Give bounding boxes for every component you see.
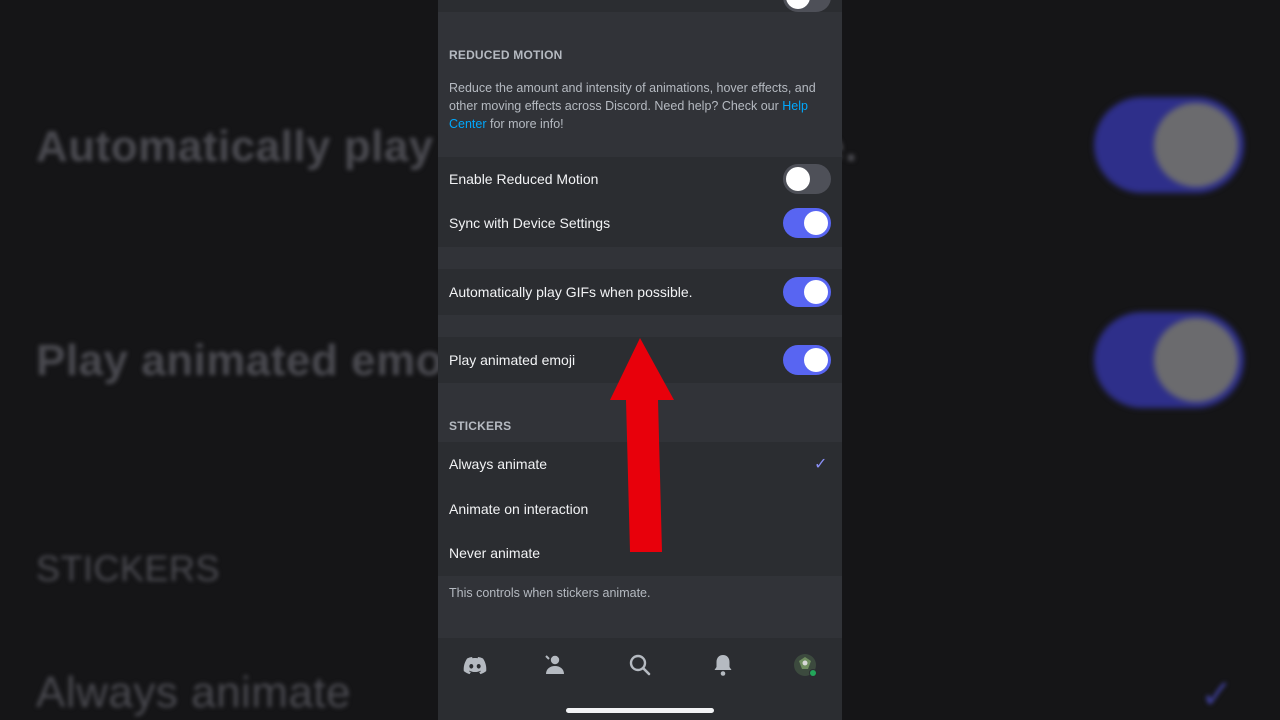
bell-icon[interactable]: [710, 652, 736, 678]
red-arrow-annotation: [610, 338, 674, 552]
autoplay-gifs-toggle[interactable]: [783, 277, 831, 307]
animated-emoji-toggle[interactable]: [783, 345, 831, 375]
stickers-footer: This controls when stickers animate.: [449, 586, 651, 600]
discord-home-icon[interactable]: [462, 652, 488, 678]
reduced-motion-description: Reduce the amount and intensity of anima…: [449, 79, 829, 133]
checkmark-icon: ✓: [814, 456, 828, 473]
friends-icon[interactable]: [543, 652, 569, 678]
sticker-option-label: Never animate: [449, 545, 541, 561]
enable-reduced-motion-row[interactable]: Enable Reduced Motion: [438, 157, 842, 201]
sticker-option-label: Always animate: [449, 456, 548, 472]
reduced-motion-group: Enable Reduced Motion Sync with Device S…: [438, 157, 842, 247]
avatar-icon[interactable]: [792, 652, 818, 678]
search-icon[interactable]: [627, 652, 653, 678]
bg-check-icon: ✓: [1200, 673, 1234, 717]
bg-toggle-1: [1094, 97, 1244, 193]
bg-toggle-2: [1094, 312, 1244, 408]
bg-text-emoji: Play animated emo: [36, 336, 444, 385]
enable-reduced-motion-toggle[interactable]: [783, 164, 831, 194]
desc-text: Reduce the amount and intensity of anima…: [449, 81, 816, 113]
sticker-option-label: Animate on interaction: [449, 501, 589, 517]
bg-text-stickers: STICKERS: [36, 548, 221, 589]
sync-device-settings-toggle[interactable]: [783, 208, 831, 238]
autoplay-gifs-row[interactable]: Automatically play GIFs when possible.: [438, 270, 842, 314]
bg-text-autoplay: Automatically play: [36, 122, 434, 171]
home-indicator[interactable]: [566, 708, 714, 713]
stickers-header: STICKERS: [449, 419, 512, 433]
enable-reduced-motion-label: Enable Reduced Motion: [449, 171, 599, 187]
partial-toggle[interactable]: [783, 0, 831, 12]
desc-text-end: for more info!: [486, 117, 564, 131]
sync-device-settings-label: Sync with Device Settings: [449, 215, 611, 231]
sync-device-settings-row[interactable]: Sync with Device Settings: [438, 201, 842, 245]
bg-text-always: Always animate: [36, 668, 352, 717]
autoplay-gifs-label: Automatically play GIFs when possible.: [449, 284, 693, 300]
reduced-motion-header: REDUCED MOTION: [449, 48, 563, 62]
gifs-group: Automatically play GIFs when possible.: [438, 269, 842, 315]
top-partial-row: [438, 0, 842, 12]
animated-emoji-label: Play animated emoji: [449, 352, 576, 368]
